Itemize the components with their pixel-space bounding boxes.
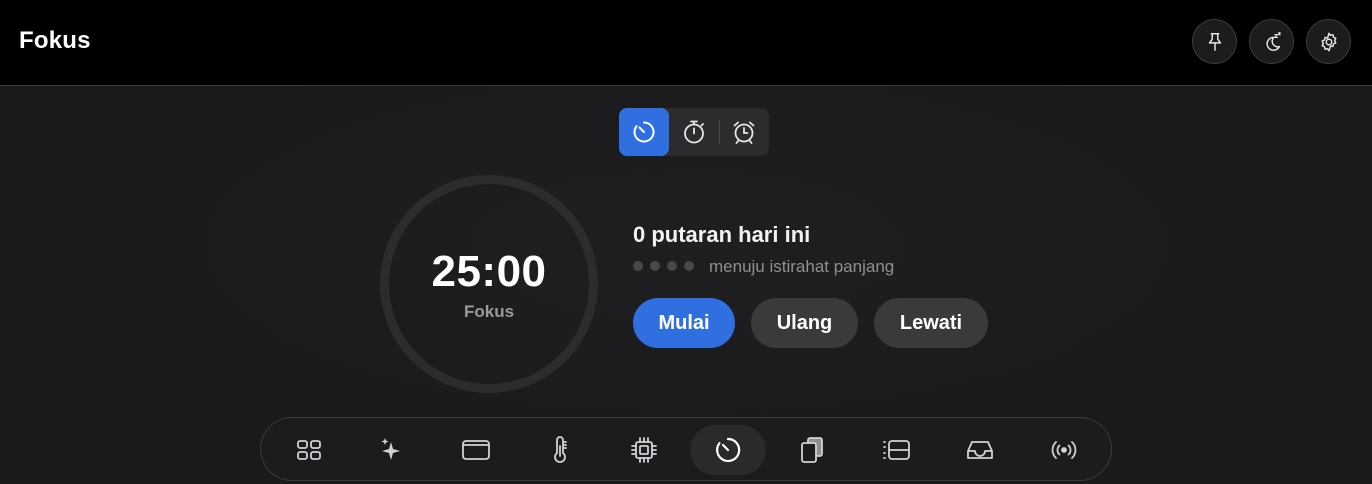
alarm-clock-icon [733, 121, 755, 144]
dock-item-windows[interactable] [438, 425, 514, 475]
dock-item-ai[interactable] [354, 425, 430, 475]
settings-button[interactable] [1306, 19, 1351, 64]
title-bar: Fokus [0, 0, 1372, 86]
mode-switcher [619, 108, 769, 156]
cpu-chip-icon [631, 437, 657, 463]
start-button[interactable]: Mulai [633, 298, 735, 348]
reset-button[interactable]: Ulang [751, 298, 858, 348]
clipboard-copy-icon [801, 437, 823, 463]
dock-item-overview[interactable] [271, 425, 347, 475]
main-panel: 25:00 Fokus 0 putaran hari ini menuju is… [0, 87, 1372, 484]
dock-item-list[interactable] [858, 425, 934, 475]
moon-zzz-icon [1265, 31, 1281, 51]
mode-timer[interactable] [619, 108, 669, 156]
app-title: Fokus [19, 27, 91, 54]
dock-item-temperature[interactable] [522, 425, 598, 475]
round-dot [633, 261, 643, 271]
dock-item-clipboard[interactable] [774, 425, 850, 475]
sleep-button[interactable] [1249, 19, 1294, 64]
rounds-today: 0 putaran hari ini [633, 222, 811, 247]
dock-item-broadcast[interactable] [1026, 425, 1102, 475]
broadcast-icon [1051, 441, 1077, 459]
timer-display: 25:00 [431, 247, 547, 296]
gear-icon [1320, 32, 1337, 51]
dock-item-system[interactable] [606, 425, 682, 475]
round-dot [667, 261, 677, 271]
dock-item-inbox[interactable] [942, 425, 1018, 475]
round-dot [650, 261, 660, 271]
skip-button[interactable]: Lewati [874, 298, 988, 348]
phase-label: Fokus [463, 302, 515, 321]
list-icon [883, 440, 910, 460]
pin-button[interactable] [1192, 19, 1237, 64]
mode-alarm[interactable] [719, 108, 769, 156]
mode-stopwatch[interactable] [669, 108, 719, 156]
grid-icon [297, 440, 321, 460]
window-icon [462, 440, 490, 460]
sparkles-icon [381, 438, 400, 460]
pin-icon [1208, 32, 1221, 51]
timer-icon [716, 437, 741, 463]
thermometer-icon [554, 436, 567, 463]
dock-item-focus[interactable] [690, 425, 766, 475]
stopwatch-icon [684, 120, 704, 144]
inbox-tray-icon [967, 441, 993, 459]
long-break-label: menuju istirahat panjang [709, 257, 895, 276]
timer-icon [633, 121, 655, 143]
bottom-dock [260, 417, 1112, 481]
round-dot [684, 261, 694, 271]
